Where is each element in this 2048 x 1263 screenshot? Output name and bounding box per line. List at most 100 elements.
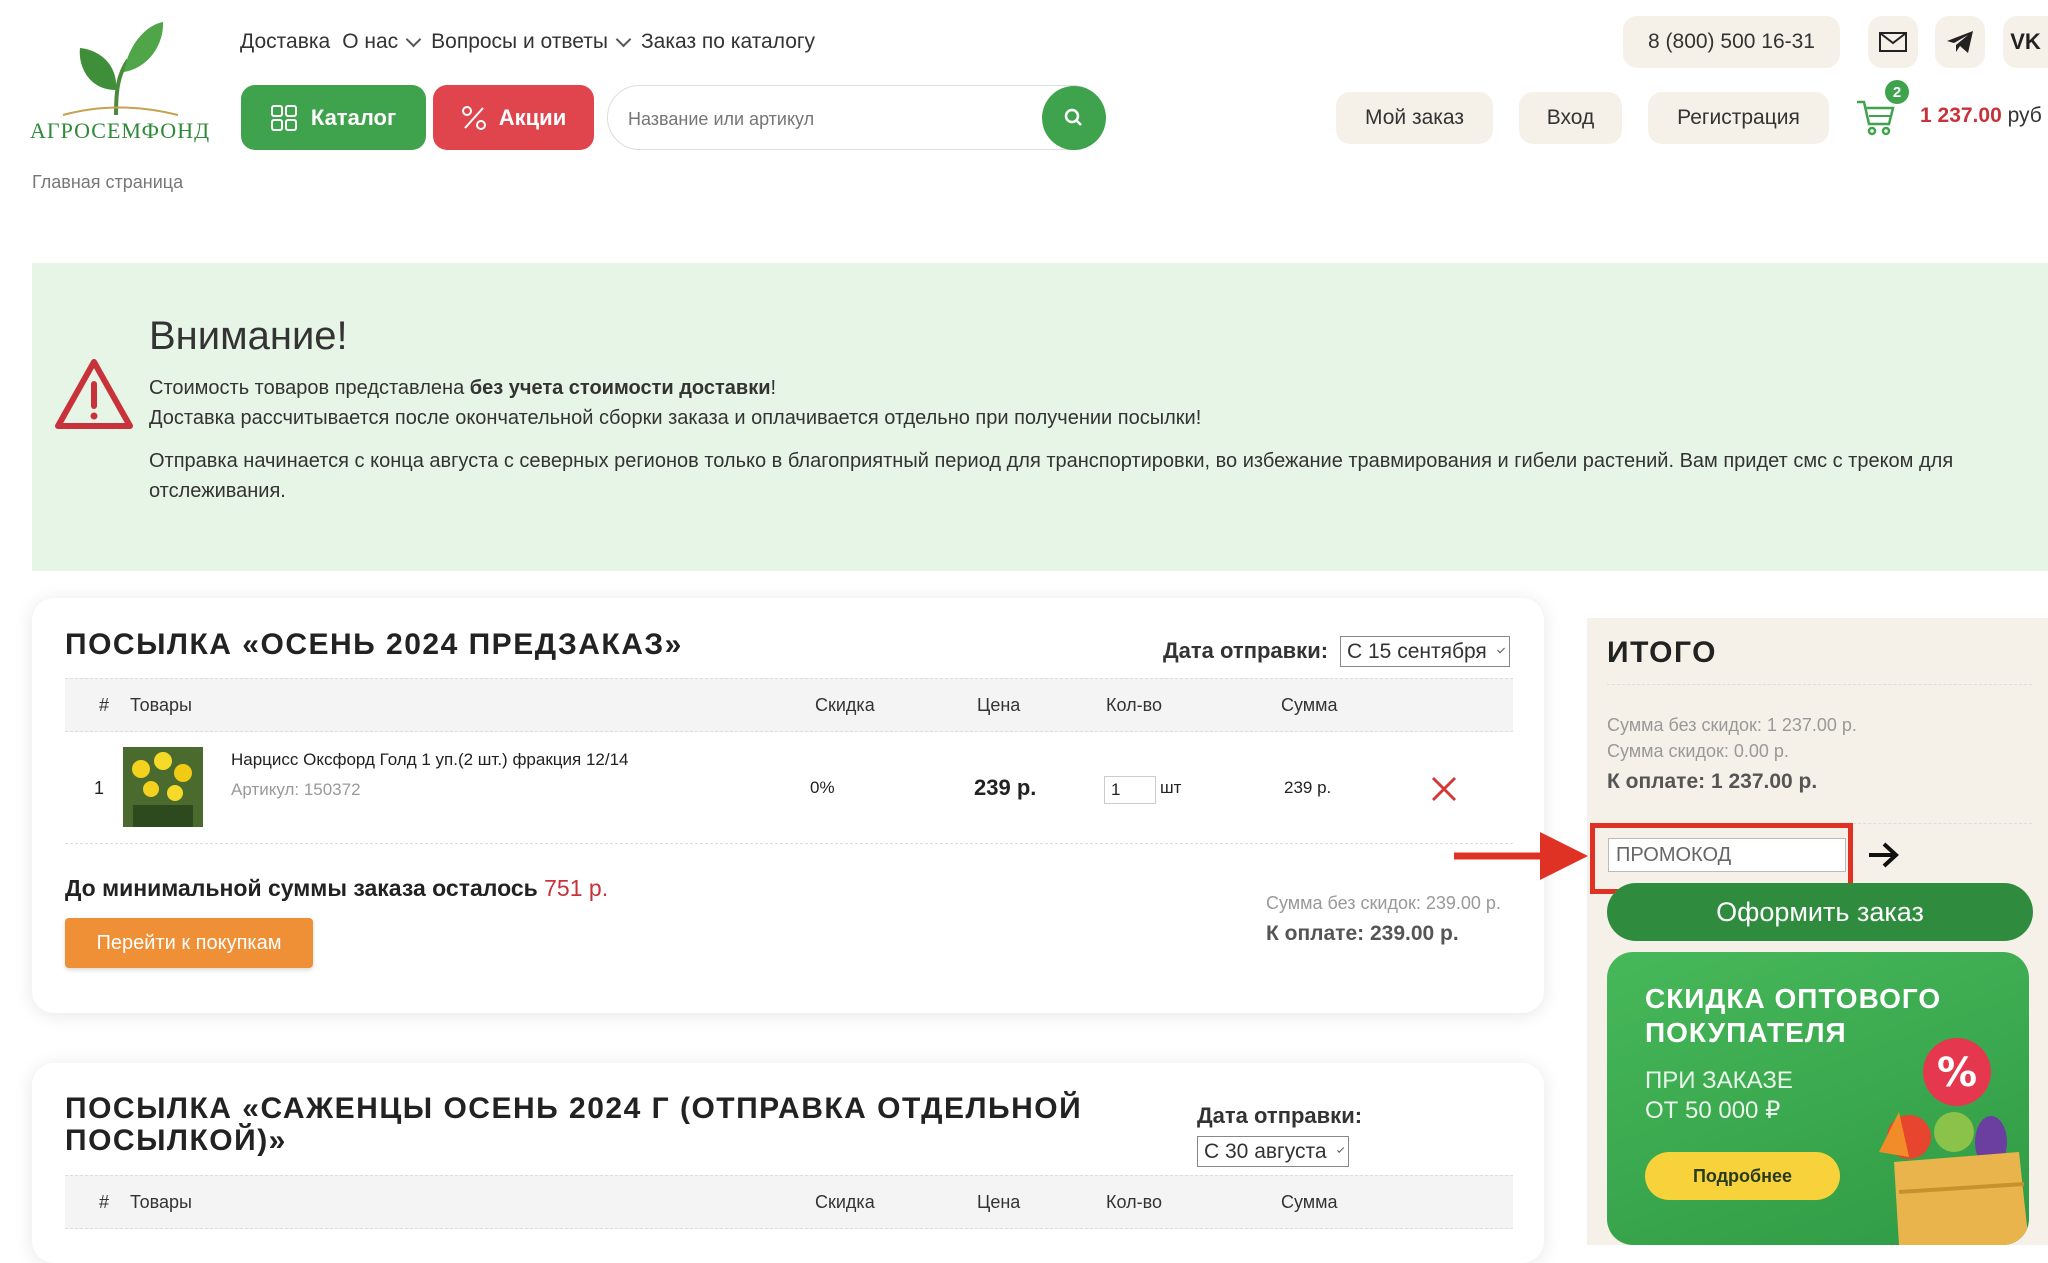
product-image[interactable] [123, 747, 203, 827]
col-discount: Скидка [815, 695, 875, 715]
ship-date-select[interactable]: С 30 августа [1197, 1136, 1349, 1167]
cart-count-badge: 2 [1885, 80, 1909, 104]
summary-discount: Сумма скидок: 0.00 р. [1607, 741, 1789, 761]
parcel-title: Посылка «Осень 2024 предзаказ» [65, 628, 683, 661]
login-button[interactable]: Вход [1519, 92, 1622, 144]
notice-line-2: Доставка рассчитывается после окончатель… [149, 407, 1202, 429]
vegetable-basket-icon: % [1879, 1038, 2029, 1245]
row-discount: 0% [810, 778, 835, 797]
breadcrumb[interactable]: Главная страница [32, 172, 183, 193]
nav-faq[interactable]: Вопросы и ответы [431, 30, 632, 54]
register-button[interactable]: Регистрация [1648, 92, 1829, 144]
promotions-label: Акции [498, 104, 567, 130]
wholesale-discount-banner[interactable]: Скидка оптового покупателя ПРИ ЗАКАЗЕ ОТ… [1607, 952, 2029, 1245]
chevron-down-icon [1336, 1145, 1344, 1153]
min-order-text: До минимальной суммы заказа осталось [65, 875, 538, 901]
telegram-icon [1947, 31, 1973, 53]
cart-total-value: 1 237.00 [1920, 104, 2002, 127]
nav-about[interactable]: О нас [342, 30, 422, 54]
search-icon [1064, 108, 1082, 126]
product-article: Артикул: 150372 [231, 780, 361, 799]
row-sum: 239 р. [1284, 778, 1332, 797]
summary-sum-no-discount: Сумма без скидок: 1 237.00 р. [1607, 715, 1857, 735]
apply-promo-arrow-icon[interactable] [1866, 838, 1900, 872]
notice-line-3: Отправка начинается с конца августа с се… [149, 450, 1954, 502]
col-goods: Товары [130, 1192, 192, 1212]
ship-date-value: С 30 августа [1204, 1139, 1327, 1163]
col-price: Цена [977, 695, 1021, 715]
chevron-down-icon [1496, 645, 1505, 653]
nav-label: О нас [342, 30, 399, 53]
min-order-remaining: 751 р. [544, 875, 609, 901]
ship-date-select[interactable]: С 15 сентября [1340, 636, 1510, 667]
continue-shopping-button[interactable]: Перейти к покупкам [65, 918, 313, 968]
row-num: 1 [94, 778, 105, 798]
search-box [607, 85, 1106, 150]
col-num: # [99, 1192, 110, 1212]
notice-text: Стоимость товаров представлена [149, 377, 470, 399]
col-num: # [99, 695, 110, 715]
table-row: 1 Нарцисс Оксфорд Голд 1 уп.(2 шт.) фрак… [65, 730, 1513, 844]
col-sum: Сумма [1281, 1192, 1338, 1212]
col-sum: Сумма [1281, 695, 1338, 715]
banner-title-line: Скидка оптового [1645, 983, 1942, 1014]
ship-date-label: Дата отправки: [1197, 1103, 1363, 1128]
summary-to-pay: К оплате: 1 237.00 р. [1607, 770, 1818, 793]
notice-text: ! [770, 377, 777, 399]
summary-title: Итого [1607, 636, 1717, 669]
nav-label: Заказ по каталогу [641, 30, 816, 53]
quantity-input[interactable]: 1 [1104, 776, 1156, 804]
banner-sub-line: ПРИ ЗАКАЗЕ [1645, 1067, 1793, 1094]
ship-date-value: С 15 сентября [1347, 639, 1487, 663]
table-header: # Товары Скидка Цена Кол-во Сумма [65, 678, 1513, 732]
min-order-notice: До минимальной суммы заказа осталось 751… [65, 875, 608, 902]
nav-catalog-order[interactable]: Заказ по каталогу [641, 30, 815, 54]
cart-currency: руб [2007, 104, 2042, 127]
row-unit: шт [1160, 778, 1182, 797]
divider [1607, 684, 2032, 685]
col-discount: Скидка [815, 1192, 875, 1212]
warning-icon [54, 358, 134, 430]
cart-total[interactable]: 1 237.00 руб [1920, 104, 2042, 128]
catalog-label: Каталог [310, 104, 397, 130]
promotions-button[interactable]: Акции [433, 85, 594, 150]
mail-icon [1879, 32, 1907, 52]
nav-delivery[interactable]: Доставка [240, 30, 330, 54]
col-price: Цена [977, 1192, 1021, 1212]
grid-icon [270, 104, 297, 131]
banner-more-button[interactable]: Подробнее [1645, 1152, 1840, 1200]
row-price: 239 р. [974, 775, 1037, 800]
notice-line-1: Стоимость товаров представлена без учета… [149, 373, 776, 403]
remove-item-button[interactable] [1430, 775, 1458, 803]
percent-icon [461, 105, 486, 130]
notice-bold: без учета стоимости доставки [469, 377, 771, 399]
parcel-title-line: посылкой)» [65, 1124, 287, 1157]
sprout-icon [62, 22, 179, 116]
nav-label: Вопросы и ответы [431, 30, 608, 53]
logo-text: АГРОСЕМФОНД [30, 118, 211, 143]
vk-button[interactable]: VK [2003, 16, 2048, 68]
product-name-link[interactable]: Нарцисс Оксфорд Голд 1 уп.(2 шт.) фракци… [231, 750, 628, 770]
top-nav: Доставка О нас Вопросы и ответы Заказ по… [240, 30, 815, 54]
catalog-button[interactable]: Каталог [241, 85, 426, 150]
notice-title: Внимание! [149, 314, 348, 358]
chevron-down-icon [615, 31, 632, 48]
search-button[interactable] [1042, 86, 1106, 150]
parcel-sum-no-discount: Сумма без скидок: 239.00 р. [1266, 893, 1501, 913]
table-header: # Товары Скидка Цена Кол-во Сумма [65, 1175, 1513, 1229]
email-button[interactable] [1868, 16, 1918, 68]
svg-text:%: % [1937, 1050, 1977, 1096]
phone-link[interactable]: 8 (800) 500 16-31 [1623, 16, 1840, 68]
col-qty: Кол-во [1106, 695, 1162, 715]
parcel-title-2: Посылка «Саженцы осень 2024 г (отправка … [65, 1093, 1082, 1157]
annotation-arrow-icon [1454, 832, 1588, 880]
search-input[interactable] [626, 100, 1030, 138]
telegram-button[interactable] [1935, 16, 1985, 68]
parcel-title-line: Посылка «Саженцы осень 2024 г (отправка … [65, 1092, 1083, 1125]
close-icon [1431, 776, 1457, 802]
checkout-button[interactable]: Оформить заказ [1607, 883, 2033, 941]
col-qty: Кол-во [1106, 1192, 1162, 1212]
ship-date-label: Дата отправки: [1163, 638, 1329, 663]
col-goods: Товары [130, 695, 192, 715]
my-order-button[interactable]: Мой заказ [1336, 92, 1493, 144]
